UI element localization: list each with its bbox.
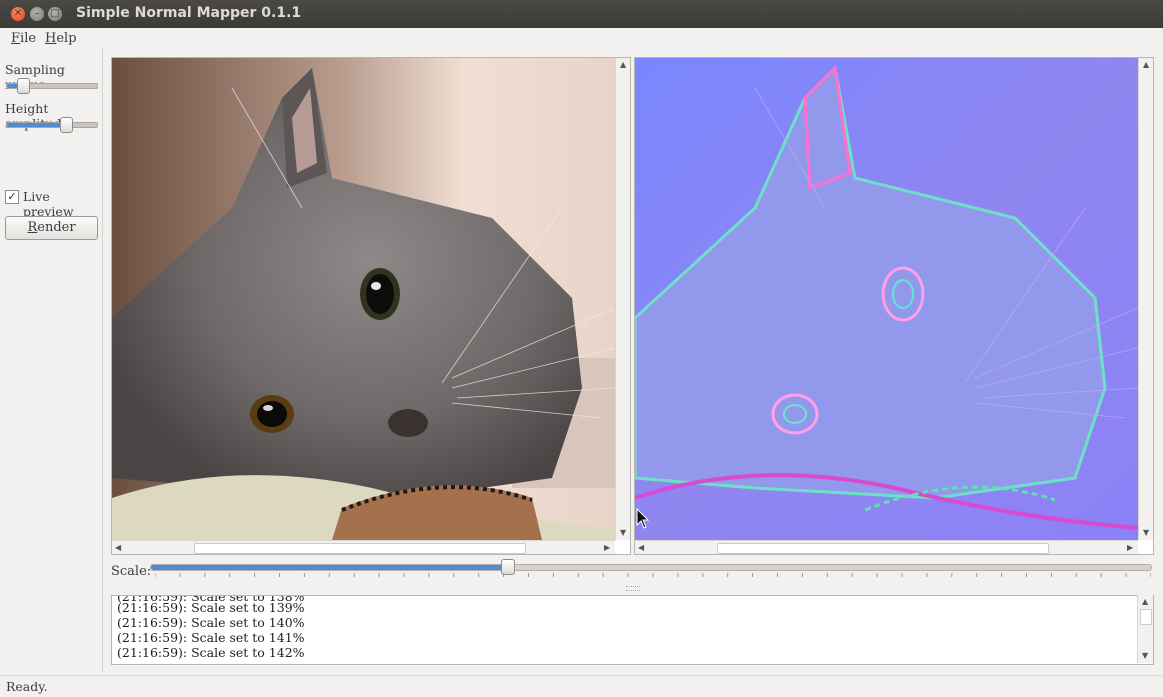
scroll-right-arrow-icon[interactable]: ▶: [1127, 543, 1133, 553]
render-accel: R: [27, 220, 38, 235]
scroll-left-arrow-icon[interactable]: ◀: [115, 543, 121, 553]
source-horizontal-thumb[interactable]: [194, 543, 526, 554]
maximize-icon[interactable]: □: [48, 7, 62, 21]
log-vertical-scrollbar[interactable]: ▲ ▼: [1137, 595, 1153, 663]
title-bar: ✕ – □ Simple Normal Mapper 0.1.1: [0, 0, 1163, 28]
log-line: (21:16:59): Scale set to 140%: [117, 615, 305, 630]
render-label: ender: [37, 220, 76, 235]
normal-map-view[interactable]: ▲ ▼ ◀ ▶: [634, 57, 1154, 555]
menu-help-label: elp: [56, 31, 77, 46]
scale-ticks: [155, 573, 1151, 577]
window-title: Simple Normal Mapper 0.1.1: [76, 5, 302, 21]
scale-slider-fill: [151, 565, 508, 570]
scale-label: Scale:: [111, 564, 152, 579]
log-scroll-thumb[interactable]: [1140, 609, 1152, 625]
log-output[interactable]: (21:16:59): Scale set to 138% (21:16:59)…: [111, 595, 1154, 665]
status-bar: Ready.: [0, 675, 1163, 697]
render-button[interactable]: Render: [5, 216, 98, 240]
menu-bar: File Help: [0, 28, 1163, 48]
normal-map-horizontal-thumb[interactable]: [717, 543, 1049, 554]
height-amplitude-handle[interactable]: [60, 117, 74, 133]
height-amplitude-slider[interactable]: [6, 117, 98, 133]
menu-file-label: ile: [20, 31, 37, 46]
scroll-up-arrow-icon[interactable]: ▲: [620, 60, 626, 70]
normal-map-vertical-scrollbar[interactable]: ▲ ▼: [1138, 58, 1153, 540]
log-line: (21:16:59): Scale set to 142%: [117, 645, 305, 660]
height-amplitude-fill: [7, 123, 67, 127]
controls-panel: Sampling radius Height amplitude ✓ Live …: [0, 48, 103, 672]
sampling-radius-slider[interactable]: [6, 78, 98, 94]
normal-map-image: [635, 58, 1138, 540]
scroll-right-arrow-icon[interactable]: ▶: [604, 543, 610, 553]
checkmark-icon: ✓: [7, 190, 17, 203]
minimize-icon[interactable]: –: [30, 7, 44, 21]
log-line: (21:16:59): Scale set to 139%: [117, 600, 305, 615]
normal-map-horizontal-scrollbar[interactable]: ◀ ▶: [635, 540, 1138, 554]
menu-help[interactable]: Help: [45, 31, 77, 46]
live-preview-checkbox[interactable]: ✓: [5, 190, 19, 204]
live-preview-label: Live preview: [23, 189, 74, 219]
source-image: [112, 58, 615, 540]
source-image-view[interactable]: ▲ ▼ ◀ ▶: [111, 57, 631, 555]
menu-file-accel: F: [11, 31, 21, 46]
sampling-radius-handle[interactable]: [17, 78, 31, 94]
scroll-left-arrow-icon[interactable]: ◀: [638, 543, 644, 553]
log-line: (21:16:59): Scale set to 141%: [117, 630, 305, 645]
menu-file[interactable]: File: [11, 31, 36, 46]
scale-slider[interactable]: [150, 564, 1152, 571]
splitter-handle[interactable]: [626, 586, 640, 591]
menu-help-accel: H: [45, 31, 57, 46]
scroll-up-arrow-icon[interactable]: ▲: [1143, 60, 1149, 70]
scroll-down-arrow-icon[interactable]: ▼: [1142, 651, 1148, 661]
close-icon[interactable]: ✕: [11, 7, 25, 21]
scroll-up-arrow-icon[interactable]: ▲: [1142, 597, 1148, 607]
mouse-cursor-icon: [636, 508, 650, 529]
source-horizontal-scrollbar[interactable]: ◀ ▶: [112, 540, 615, 554]
scroll-down-arrow-icon[interactable]: ▼: [620, 528, 626, 538]
source-vertical-scrollbar[interactable]: ▲ ▼: [615, 58, 630, 540]
status-text: Ready.: [6, 679, 48, 694]
scroll-down-arrow-icon[interactable]: ▼: [1143, 528, 1149, 538]
